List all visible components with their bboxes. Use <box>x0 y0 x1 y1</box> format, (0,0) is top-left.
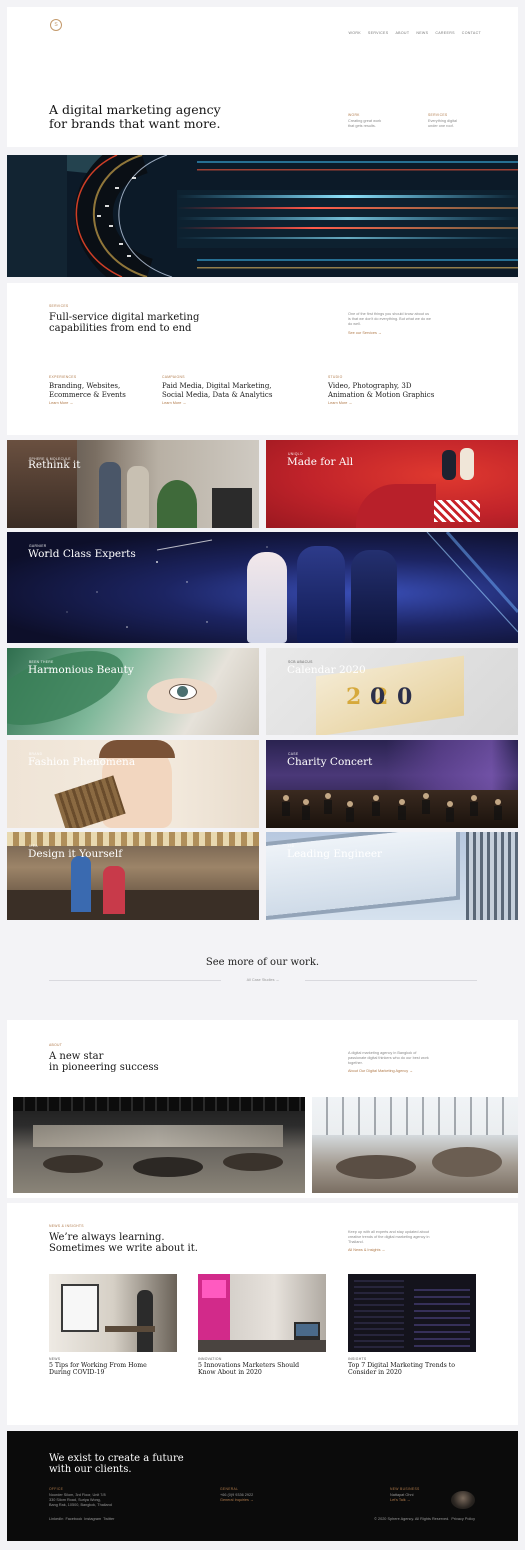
person-figure <box>71 856 91 912</box>
learn-more-link[interactable]: Learn More → <box>328 401 434 406</box>
office-photo-workspace <box>13 1097 305 1193</box>
main-nav: WORK SERVICES ABOUT NEWS CAREERS CONTACT <box>342 21 481 39</box>
news-text: Keep up with all experts and stay update… <box>348 1230 430 1253</box>
billboard <box>266 832 456 916</box>
article-card[interactable]: INSIGHTS Top 7 Digital Marketing Trends … <box>348 1274 476 1376</box>
model-figure <box>297 546 345 643</box>
person-figure <box>99 462 121 528</box>
service-col-experiences: EXPERIENCES Branding, Websites, Ecommerc… <box>49 375 126 406</box>
footer-office: OFFICE Noorder Silom, 3rd Floor, Unit 7/… <box>49 1487 112 1507</box>
footer-business: NEW BUSINESS Nattapat Ohni Let's Talk → <box>390 1487 420 1503</box>
work-tile-leading-engineer[interactable]: ITD Leading Engineer <box>266 832 518 920</box>
news-section: NEWS & INSIGHTS We’re always learning. S… <box>7 1203 518 1425</box>
nav-about[interactable]: ABOUT <box>395 31 409 35</box>
work-tile-rethink[interactable]: SPHERE & MOLECULE Rethink it <box>7 440 259 528</box>
nav-contact[interactable]: CONTACT <box>462 31 481 35</box>
iris <box>177 686 188 697</box>
work-tile-fashion-phenomena[interactable]: BRAND Fashion Phenomena <box>7 740 259 828</box>
carousel-canopy <box>7 832 259 846</box>
footer-copyright: © 2020 Sphere Agency. All Rights Reserve… <box>374 1517 475 1521</box>
services-link[interactable]: See our Services → <box>348 331 431 336</box>
news-title: We’re always learning. Sometimes we writ… <box>49 1232 198 1254</box>
article-card[interactable]: INNOVATION 5 Innovations Marketers Shoul… <box>198 1274 326 1376</box>
gift-box <box>434 500 480 522</box>
leaf <box>7 648 134 735</box>
dancers <box>438 446 482 496</box>
calendar-art: 0 0 <box>370 684 415 710</box>
news-label: NEWS & INSIGHTS <box>49 1224 84 1228</box>
footer-general-link[interactable]: General Inquiries → <box>220 1498 254 1503</box>
footer-business-link[interactable]: Let's Talk → <box>390 1498 420 1503</box>
services-title: Full-service digital marketing capabilit… <box>49 312 200 334</box>
person-figure <box>127 466 149 528</box>
footer: We exist to create a future with our cli… <box>7 1431 518 1541</box>
work-tile-world-class-experts[interactable]: GARNIER World Class Experts <box>7 532 518 643</box>
nav-services[interactable]: SERVICES <box>368 31 389 35</box>
learn-more-link[interactable]: Learn More → <box>162 401 272 406</box>
work-tile-calendar-2020[interactable]: 2 2 0 0 SCB ABACUS Calendar 2020 <box>266 648 518 735</box>
skyscraper <box>466 832 518 920</box>
services-section: SERVICES Full-service digital marketing … <box>7 283 518 435</box>
divider <box>305 980 477 981</box>
learn-more-link[interactable]: Learn More → <box>49 401 126 406</box>
service-col-studio: STUDIO Video, Photography, 3D Animation … <box>328 375 435 406</box>
hero-col-services: SERVICES Everything digital under one ro… <box>428 113 457 128</box>
hero-title: A digital marketing agency for brands th… <box>49 102 221 131</box>
article-thumbnail <box>198 1274 326 1352</box>
about-label: ABOUT <box>49 1043 63 1047</box>
news-link[interactable]: All News & Insights → <box>348 1248 429 1253</box>
about-text: A digital marketing agency in Bangkok of… <box>348 1051 429 1074</box>
services-intro: One of the first things you should know … <box>348 312 432 336</box>
footer-general: GENERAL +66 (0)9 9336 2922 General Inqui… <box>220 1487 254 1503</box>
printer <box>212 488 252 528</box>
footer-title: We exist to create a future with our cli… <box>49 1453 184 1475</box>
article-thumbnail <box>348 1274 476 1352</box>
hero-section: S WORK SERVICES ABOUT NEWS CAREERS CONTACT A … <box>7 7 518 147</box>
nav-work[interactable]: WORK <box>349 31 361 35</box>
about-link[interactable]: About Our Digital Marketing Agency → <box>348 1069 429 1074</box>
services-label: SERVICES <box>49 304 69 308</box>
see-more-title: See more of our work. <box>205 957 320 968</box>
all-case-studies-link[interactable]: All Case Studies → <box>221 978 305 983</box>
office-photo-lounge <box>312 1097 518 1193</box>
work-tile-charity-concert[interactable]: CASE Charity Concert <box>266 740 518 828</box>
model-figure <box>247 552 287 643</box>
model-figure <box>351 550 397 643</box>
divider <box>49 980 221 981</box>
footer-social-links[interactable]: LinkedIn Facebook Instagram Twitter <box>49 1517 114 1522</box>
work-tile-design-it-yourself[interactable]: IKEA Design it Yourself <box>7 832 259 920</box>
about-section: ABOUT A new star in pioneering success A… <box>7 1020 518 1198</box>
logo[interactable]: S <box>50 19 62 31</box>
person-figure <box>103 866 125 914</box>
hero-col-work: WORK Creating great work that gets resul… <box>348 113 382 128</box>
work-tile-harmonious-beauty[interactable]: BEEN THERE Harmonious Beauty <box>7 648 259 735</box>
nav-careers[interactable]: CAREERS <box>435 31 454 35</box>
service-col-campaigns: CAMPAIGNS Paid Media, Digital Marketing,… <box>162 375 273 406</box>
nav-news[interactable]: NEWS <box>416 31 428 35</box>
musicians <box>282 793 502 822</box>
office-wall <box>7 440 77 528</box>
article-thumbnail <box>49 1274 177 1352</box>
highway-artwork <box>7 155 518 277</box>
hero-image-highway <box>7 155 518 277</box>
floor <box>7 890 259 920</box>
work-tile-made-for-all[interactable]: UNIQLO Made for All <box>266 440 518 528</box>
article-card[interactable]: NEWS 5 Tips for Working From Home During… <box>49 1274 177 1376</box>
about-title: A new star in pioneering success <box>49 1051 159 1073</box>
stage-lights <box>386 740 518 790</box>
red-shape <box>356 484 436 528</box>
plant <box>157 480 197 528</box>
contact-avatar <box>451 1491 475 1509</box>
